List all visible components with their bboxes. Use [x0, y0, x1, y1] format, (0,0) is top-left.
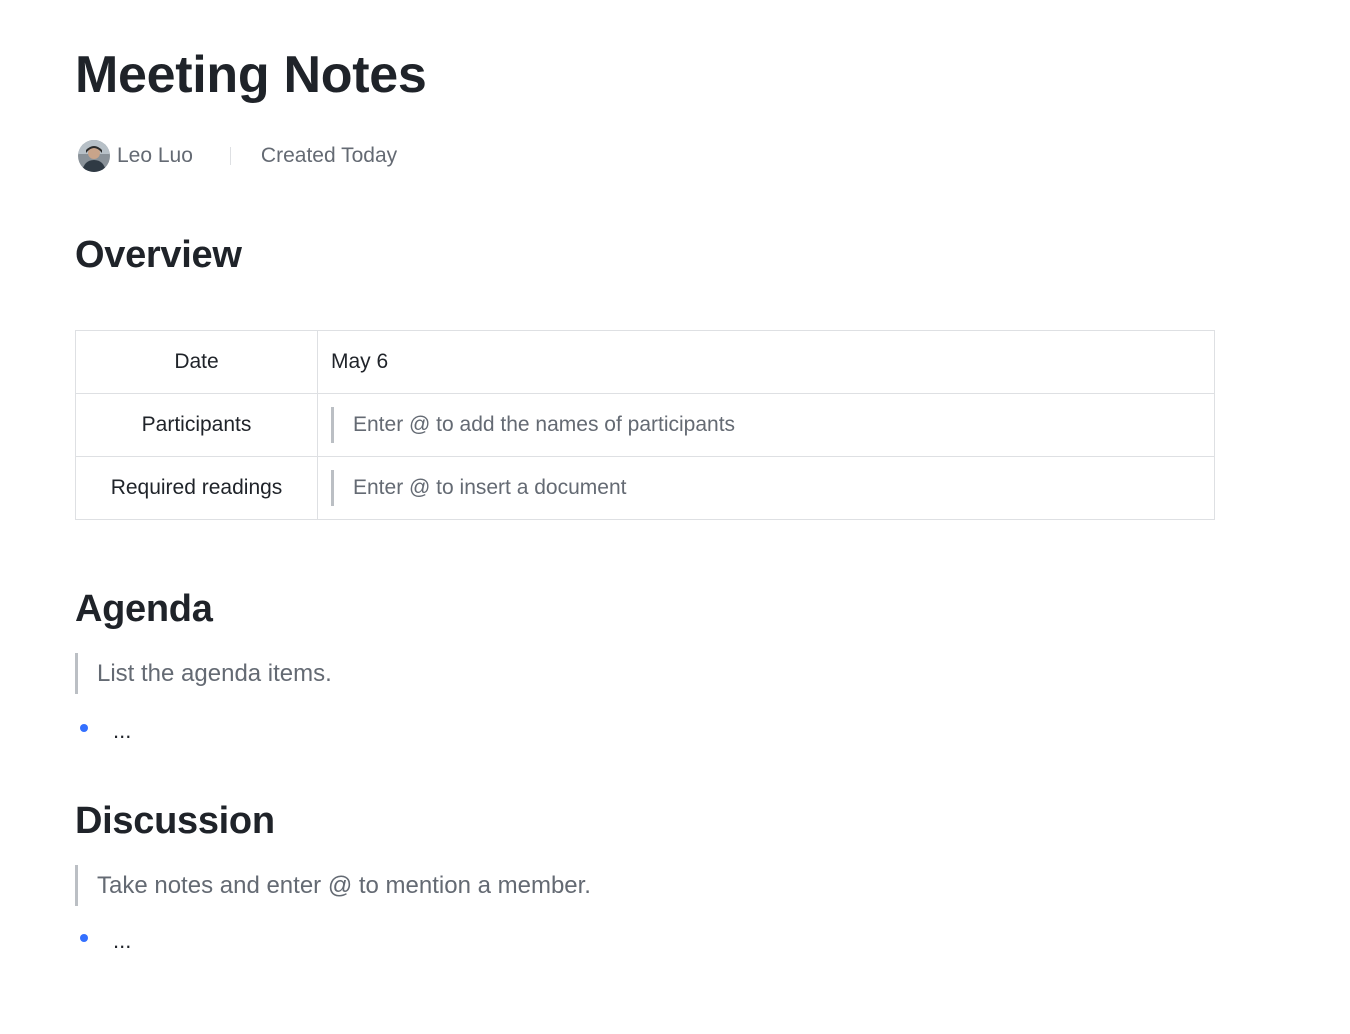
meta-divider — [229, 147, 231, 165]
avatar[interactable] — [78, 140, 110, 172]
readings-cell[interactable]: Enter @ to insert a document — [317, 456, 1215, 520]
agenda-heading[interactable]: Agenda — [75, 585, 213, 633]
bullet-dot-icon — [80, 724, 88, 732]
date-label[interactable]: Date — [75, 330, 318, 394]
readings-placeholder[interactable]: Enter @ to insert a document — [331, 470, 1214, 506]
table-row: Participants Enter @ to add the names of… — [75, 393, 1215, 457]
discussion-hint-quote[interactable]: Take notes and enter @ to mention a memb… — [75, 865, 997, 906]
participants-label[interactable]: Participants — [75, 393, 318, 457]
overview-heading[interactable]: Overview — [75, 231, 242, 279]
agenda-hint-text: List the agenda items. — [97, 659, 332, 687]
bullet-dot-icon — [80, 934, 88, 942]
page-title[interactable]: Meeting Notes — [75, 42, 427, 108]
discussion-list-item[interactable]: ... — [75, 925, 131, 957]
discussion-hint-text: Take notes and enter @ to mention a memb… — [97, 871, 591, 899]
agenda-hint-quote[interactable]: List the agenda items. — [75, 653, 997, 694]
discussion-list-item-text: ... — [113, 928, 132, 953]
overview-table: Date May 6 Participants Enter @ to add t… — [75, 330, 1215, 520]
created-date: Created Today — [260, 144, 398, 167]
agenda-list-item[interactable]: ... — [75, 715, 131, 747]
agenda-list-item-text: ... — [113, 718, 132, 743]
participants-cell[interactable]: Enter @ to add the names of participants — [317, 393, 1215, 457]
readings-label[interactable]: Required readings — [75, 456, 318, 520]
date-value[interactable]: May 6 — [317, 330, 1215, 394]
table-row: Required readings Enter @ to insert a do… — [75, 456, 1215, 520]
table-row: Date May 6 — [75, 330, 1215, 394]
participants-placeholder[interactable]: Enter @ to add the names of participants — [331, 407, 1214, 443]
author-name[interactable]: Leo Luo — [117, 144, 193, 168]
discussion-heading[interactable]: Discussion — [75, 797, 275, 845]
document-meta: Leo Luo Created Today — [78, 140, 397, 172]
